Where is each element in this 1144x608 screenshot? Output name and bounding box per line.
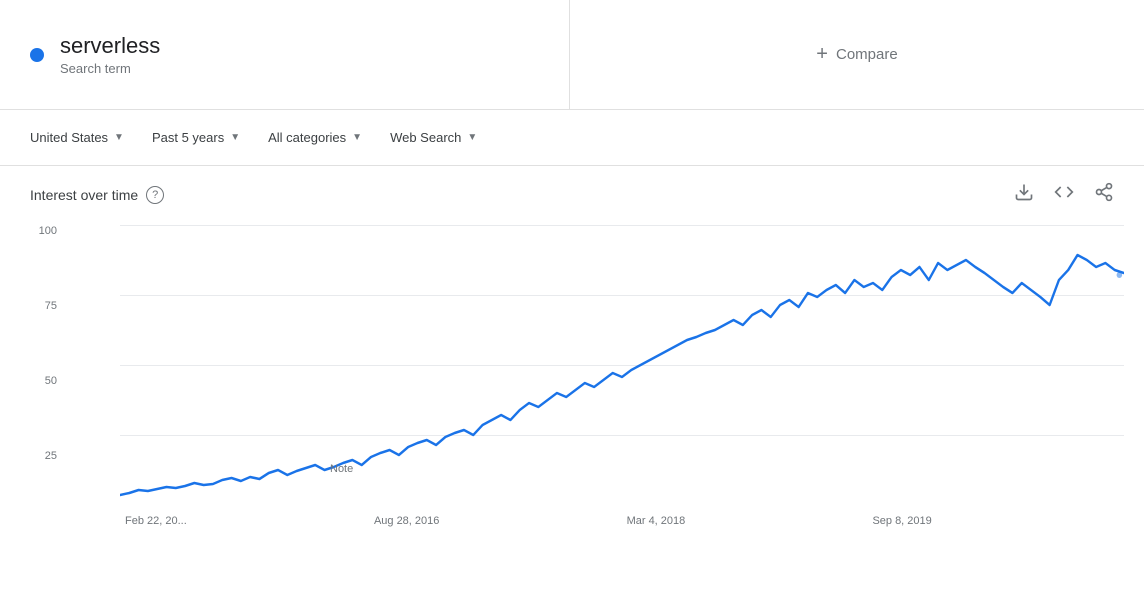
x-label-2: Aug 28, 2016 — [374, 515, 439, 527]
chart-svg — [120, 225, 1124, 505]
category-filter[interactable]: All categories ▼ — [258, 124, 372, 151]
chart-plot-area: Note Feb 22, 20... Aug 28, 2016 Mar 4, 2… — [120, 225, 1124, 505]
term-info: serverless Search term — [60, 33, 160, 76]
y-axis-labels: 100 75 50 25 — [20, 225, 65, 525]
search-term-label: Search term — [60, 61, 160, 76]
plus-icon: + — [816, 43, 828, 66]
location-chevron-icon: ▼ — [114, 132, 124, 143]
compare-section: + Compare — [570, 0, 1144, 109]
filters-bar: United States ▼ Past 5 years ▼ All categ… — [0, 110, 1144, 166]
y-label-50: 50 — [45, 375, 57, 387]
y-label-25: 25 — [45, 450, 57, 462]
x-label-4: Sep 8, 2019 — [872, 515, 931, 527]
y-label-75: 75 — [45, 300, 57, 312]
time-range-label: Past 5 years — [152, 130, 224, 145]
embed-button[interactable] — [1054, 182, 1074, 207]
search-term-section: serverless Search term — [0, 0, 570, 109]
search-type-chevron-icon: ▼ — [467, 132, 477, 143]
download-button[interactable] — [1014, 182, 1034, 207]
chart-note-label: Note — [330, 463, 353, 475]
compare-label: Compare — [836, 46, 898, 63]
category-label: All categories — [268, 130, 346, 145]
chart-header: Interest over time ? — [20, 166, 1124, 215]
time-range-chevron-icon: ▼ — [230, 132, 240, 143]
location-label: United States — [30, 130, 108, 145]
chart-container: 100 75 50 25 — [20, 215, 1124, 555]
term-color-dot — [30, 48, 44, 62]
search-type-filter[interactable]: Web Search ▼ — [380, 124, 487, 151]
chart-title: Interest over time — [30, 187, 138, 203]
x-label-3: Mar 4, 2018 — [627, 515, 686, 527]
chart-section: Interest over time ? — [0, 166, 1144, 555]
page-header: serverless Search term + Compare — [0, 0, 1144, 110]
y-label-100: 100 — [39, 225, 57, 237]
search-term-text: serverless — [60, 33, 160, 59]
chart-title-group: Interest over time ? — [30, 186, 164, 204]
time-range-filter[interactable]: Past 5 years ▼ — [142, 124, 250, 151]
help-icon[interactable]: ? — [146, 186, 164, 204]
category-chevron-icon: ▼ — [352, 132, 362, 143]
search-type-label: Web Search — [390, 130, 461, 145]
x-axis-labels: Feb 22, 20... Aug 28, 2016 Mar 4, 2018 S… — [120, 515, 1124, 527]
compare-button[interactable]: + Compare — [816, 43, 897, 66]
x-label-1: Feb 22, 20... — [125, 515, 187, 527]
location-filter[interactable]: United States ▼ — [20, 124, 134, 151]
chart-actions — [1014, 182, 1114, 207]
share-button[interactable] — [1094, 182, 1114, 207]
